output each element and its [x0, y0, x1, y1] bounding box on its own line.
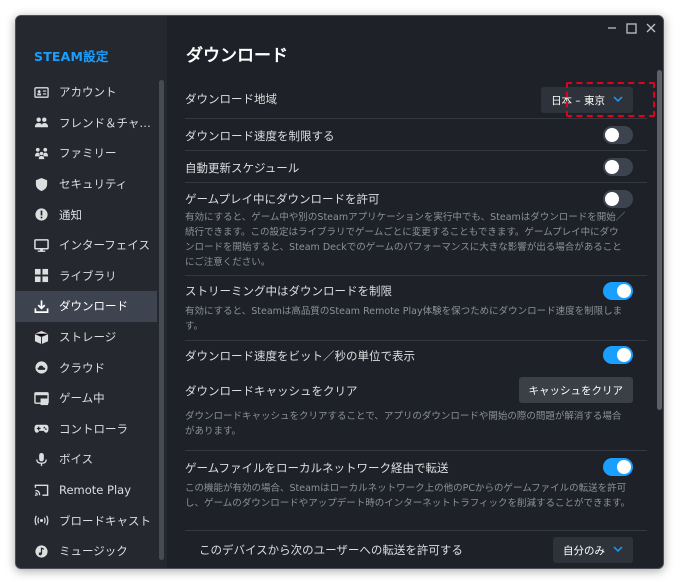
sidebar-item-label: ダウンロード [59, 299, 128, 314]
streaming-limit-row: ストリーミング中はダウンロードを制限 有効にすると、Steamは高品質のStea… [185, 276, 647, 341]
transfer-users-label: このデバイスから次のユーザーへの転送を許可する [199, 543, 463, 557]
sidebar: STEAM設定 アカウント フレンド＆チャ… ファミリー セキュリティ 通知 イ… [16, 16, 167, 568]
toggle-knob [605, 192, 619, 206]
remote-play-icon [33, 482, 49, 498]
gameplay-download-description: 有効にすると、ゲーム中や別のSteamアプリケーションを実行中でも、Steamは… [185, 212, 626, 268]
sidebar-item-label: アカウント [59, 85, 117, 100]
sidebar-item-label: 通知 [59, 207, 82, 222]
download-icon [33, 298, 49, 314]
download-region-row: ダウンロード地域 日本 – 東京 [185, 81, 655, 119]
clear-cache-row: ダウンロードキャッシュをクリア キャッシュをクリア ダウンロードキャッシュをクリ… [185, 373, 647, 451]
sidebar-item-broadcast[interactable]: ブロードキャスト [16, 505, 157, 536]
bits-display-label: ダウンロード速度をビット／秒の単位で表示 [185, 349, 415, 363]
lan-transfer-row: ゲームファイルをローカルネットワーク経由で転送 この機能が有効の場合、Steam… [185, 451, 647, 531]
clear-cache-description: ダウンロードキャッシュをクリアすることで、アプリのダウンロードや開始の際の問題が… [185, 411, 622, 437]
storage-icon [33, 329, 49, 345]
highlight-box [566, 82, 655, 117]
library-icon [33, 268, 49, 284]
bits-display-row: ダウンロード速度をビット／秒の単位で表示 [185, 341, 647, 373]
toggle-knob [617, 284, 631, 298]
cloud-icon [33, 360, 49, 376]
sidebar-item-label: ファミリー [59, 146, 117, 161]
monitor-icon [33, 237, 49, 253]
account-icon [33, 84, 49, 100]
family-icon [33, 145, 49, 161]
bits-display-toggle[interactable] [603, 346, 633, 364]
page-title: ダウンロード [186, 46, 288, 66]
main-scrollbar[interactable] [657, 70, 662, 410]
broadcast-icon [33, 513, 49, 529]
sidebar-item-account[interactable]: アカウント [16, 77, 157, 108]
toggle-knob [605, 160, 619, 174]
sidebar-item-label: ボイス [59, 452, 94, 467]
sidebar-item-label: ゲーム中 [59, 391, 105, 406]
toggle-knob [617, 348, 631, 362]
sidebar-list: アカウント フレンド＆チャ… ファミリー セキュリティ 通知 インターフェイス [16, 77, 157, 567]
clear-cache-label: ダウンロードキャッシュをクリア [185, 384, 358, 398]
sidebar-title: STEAM設定 [34, 49, 109, 64]
sidebar-item-label: コントローラ [59, 421, 128, 436]
limit-speed-row: ダウンロード速度を制限する [185, 119, 647, 151]
sidebar-item-cloud[interactable]: クラウド [16, 352, 157, 383]
sidebar-item-remote-play[interactable]: Remote Play [16, 475, 157, 506]
sidebar-item-label: クラウド [59, 360, 105, 375]
sidebar-item-label: ストレージ [59, 330, 117, 345]
auto-update-row: 自動更新スケジュール [185, 151, 647, 183]
sidebar-item-notifications[interactable]: 通知 [16, 199, 157, 230]
streaming-limit-label: ストリーミング中はダウンロードを制限 [185, 284, 392, 298]
sidebar-item-label: Remote Play [59, 483, 132, 498]
lan-transfer-description: この機能が有効の場合、Steamはローカルネットワーク上の他のPCからのゲームフ… [185, 483, 631, 509]
main-panel: ダウンロード ダウンロード地域 日本 – 東京 ダウンロード速度を制限する 自動… [167, 16, 663, 568]
clear-cache-button[interactable]: キャッシュをクリア [518, 377, 633, 403]
sidebar-item-library[interactable]: ライブラリ [16, 261, 157, 292]
friends-icon [33, 115, 49, 131]
sidebar-item-music[interactable]: ミュージック [16, 536, 157, 567]
streaming-limit-description: 有効にすると、Steamは高品質のSteam Remote Play体験を保つた… [185, 306, 623, 332]
sidebar-item-controller[interactable]: コントローラ [16, 414, 157, 445]
gameplay-download-label: ゲームプレイ中にダウンロードを許可 [185, 192, 380, 206]
toggle-knob [605, 128, 619, 142]
sidebar-item-interface[interactable]: インターフェイス [16, 230, 157, 261]
music-icon [33, 543, 49, 559]
sidebar-item-label: ライブラリ [59, 268, 117, 283]
settings-window: STEAM設定 アカウント フレンド＆チャ… ファミリー セキュリティ 通知 イ… [15, 15, 664, 569]
auto-update-label: 自動更新スケジュール [185, 161, 300, 175]
notification-icon [33, 207, 49, 223]
auto-update-toggle[interactable] [603, 158, 633, 176]
sidebar-item-label: ブロードキャスト [59, 513, 151, 528]
sidebar-item-label: セキュリティ [59, 177, 128, 192]
limit-speed-toggle[interactable] [603, 126, 633, 144]
limit-speed-label: ダウンロード速度を制限する [185, 129, 335, 143]
sidebar-item-label: ミュージック [59, 544, 128, 559]
microphone-icon [33, 451, 49, 467]
download-region-label: ダウンロード地域 [185, 92, 277, 106]
controller-icon [33, 421, 49, 437]
lan-transfer-label: ゲームファイルをローカルネットワーク経由で転送 [185, 461, 449, 475]
sidebar-item-family[interactable]: ファミリー [16, 138, 157, 169]
sidebar-item-storage[interactable]: ストレージ [16, 322, 157, 353]
settings-list: ダウンロード地域 日本 – 東京 ダウンロード速度を制限する 自動更新スケジュー… [185, 81, 655, 568]
chevron-down-icon [613, 545, 623, 556]
gameplay-download-toggle[interactable] [603, 190, 633, 208]
toggle-knob [617, 460, 631, 474]
transfer-users-value: 自分のみ [563, 544, 605, 557]
streaming-limit-toggle[interactable] [603, 282, 633, 300]
sidebar-item-label: フレンド＆チャ… [59, 115, 151, 130]
shield-icon [33, 176, 49, 192]
transfer-users-dropdown[interactable]: 自分のみ [553, 537, 633, 563]
sidebar-item-ingame[interactable]: ゲーム中 [16, 383, 157, 414]
sidebar-item-label: インターフェイス [59, 238, 150, 253]
sidebar-item-downloads[interactable]: ダウンロード [16, 291, 157, 322]
sidebar-item-friends[interactable]: フレンド＆チャ… [16, 108, 157, 139]
gameplay-download-row: ゲームプレイ中にダウンロードを許可 有効にすると、ゲーム中や別のSteamアプリ… [185, 183, 647, 276]
sidebar-scrollbar[interactable] [159, 80, 164, 560]
transfer-users-row: このデバイスから次のユーザーへの転送を許可する 自分のみ [185, 531, 647, 568]
ingame-icon [33, 390, 49, 406]
sidebar-item-security[interactable]: セキュリティ [16, 169, 157, 200]
sidebar-item-voice[interactable]: ボイス [16, 444, 157, 475]
lan-transfer-toggle[interactable] [603, 458, 633, 476]
